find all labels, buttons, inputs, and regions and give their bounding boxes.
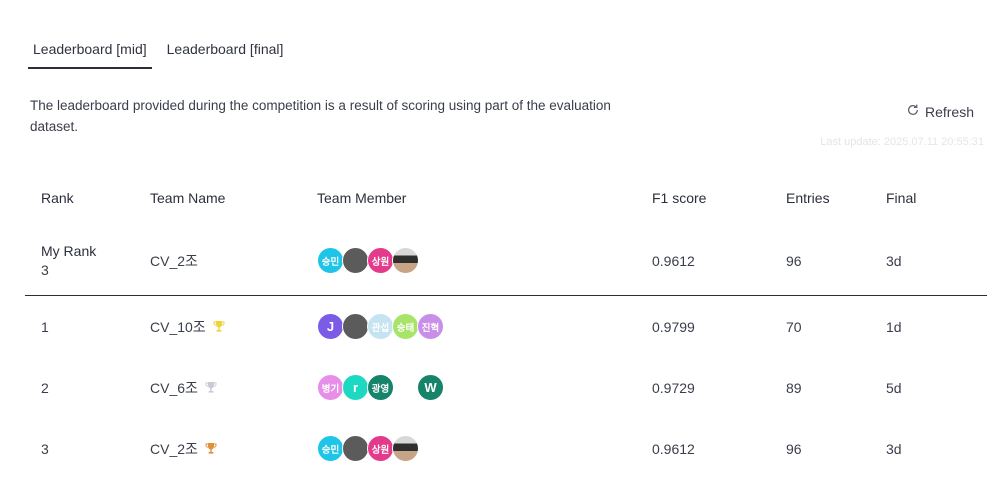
tab-leaderboard-mid[interactable]: Leaderboard [mid] — [28, 30, 152, 69]
my-rank-value: 3 — [41, 261, 49, 278]
member-avatar: 승민 — [317, 435, 344, 462]
header-team-name: Team Name — [150, 190, 226, 206]
leaderboard-description: The leaderboard provided during the comp… — [30, 98, 611, 134]
tab-bar: Leaderboard [mid] Leaderboard [final] — [28, 30, 298, 69]
trophy-icon — [213, 320, 225, 333]
my-rank-f1-score: 0.9612 — [652, 252, 695, 269]
member-avatar — [392, 247, 419, 274]
row-rank: 2 — [41, 379, 49, 396]
my-rank-final: 3d — [886, 252, 902, 269]
table-header-row: Rank Team Name Team Member F1 score Entr… — [25, 170, 987, 226]
row-entries: 70 — [786, 318, 802, 335]
header-final: Final — [886, 190, 917, 206]
row-members: J 관섭 승태 진혁 — [317, 313, 444, 340]
row-entries: 89 — [786, 379, 802, 396]
last-update-text: Last update: 2025.07.11 20:55:31 — [820, 136, 984, 148]
member-avatar: J — [317, 313, 344, 340]
header-f1-score: F1 score — [652, 190, 707, 206]
member-avatar: 광영 — [367, 374, 394, 401]
trophy-icon — [205, 381, 217, 394]
refresh-label: Refresh — [924, 103, 974, 120]
row-f1-score: 0.9799 — [652, 318, 695, 335]
member-avatar: 승민 — [317, 247, 344, 274]
member-avatar: 진혁 — [417, 313, 444, 340]
trophy-icon — [205, 442, 217, 455]
table-row: 1 CV_10조 J 관섭 승태 진혁 0.9799 70 1d — [25, 296, 987, 357]
header-entries: Entries — [786, 190, 830, 206]
member-avatar: 관섭 — [367, 313, 394, 340]
row-final: 5d — [886, 379, 902, 396]
refresh-button[interactable]: Refresh — [906, 103, 974, 120]
table-row: 2 CV_6조 병기 r 광영 W 0.9729 89 5d — [25, 357, 987, 418]
header-rank: Rank — [41, 190, 74, 206]
row-team-name: CV_10조 — [150, 318, 206, 335]
my-rank-members: 승민 상원 — [317, 247, 419, 274]
member-avatar: 상원 — [367, 247, 394, 274]
member-avatar: 승태 — [392, 313, 419, 340]
member-avatar: 상원 — [367, 435, 394, 462]
row-f1-score: 0.9729 — [652, 379, 695, 396]
member-avatar — [392, 435, 419, 462]
row-team-name: CV_6조 — [150, 379, 198, 396]
my-rank-entries: 96 — [786, 252, 802, 269]
my-rank-title: My Rank — [41, 242, 97, 259]
row-f1-score: 0.9612 — [652, 440, 695, 457]
member-avatar: 병기 — [317, 374, 344, 401]
row-members: 병기 r 광영 W — [317, 374, 444, 401]
row-rank: 3 — [41, 440, 49, 457]
header-team-member: Team Member — [317, 190, 407, 206]
row-final: 1d — [886, 318, 902, 335]
member-avatar — [342, 247, 369, 274]
refresh-icon — [906, 103, 925, 120]
row-entries: 96 — [786, 440, 802, 457]
leaderboard-table: Rank Team Name Team Member F1 score Entr… — [25, 170, 987, 479]
my-rank-row: My Rank 3 CV_2조 승민 상원 0.9612 96 3d — [25, 226, 987, 296]
my-rank-team-name: CV_2조 — [150, 252, 198, 269]
member-avatar: W — [417, 374, 444, 401]
row-team-name: CV_2조 — [150, 440, 198, 457]
member-avatar — [342, 435, 369, 462]
row-members: 승민 상원 — [317, 435, 419, 462]
table-row: 3 CV_2조 승민 상원 0.9612 96 3d — [25, 418, 987, 479]
row-rank: 1 — [41, 318, 49, 335]
row-final: 3d — [886, 440, 902, 457]
tab-leaderboard-final[interactable]: Leaderboard [final] — [162, 30, 289, 69]
member-avatar — [342, 313, 369, 340]
member-avatar: r — [342, 374, 369, 401]
member-avatar — [392, 374, 419, 401]
